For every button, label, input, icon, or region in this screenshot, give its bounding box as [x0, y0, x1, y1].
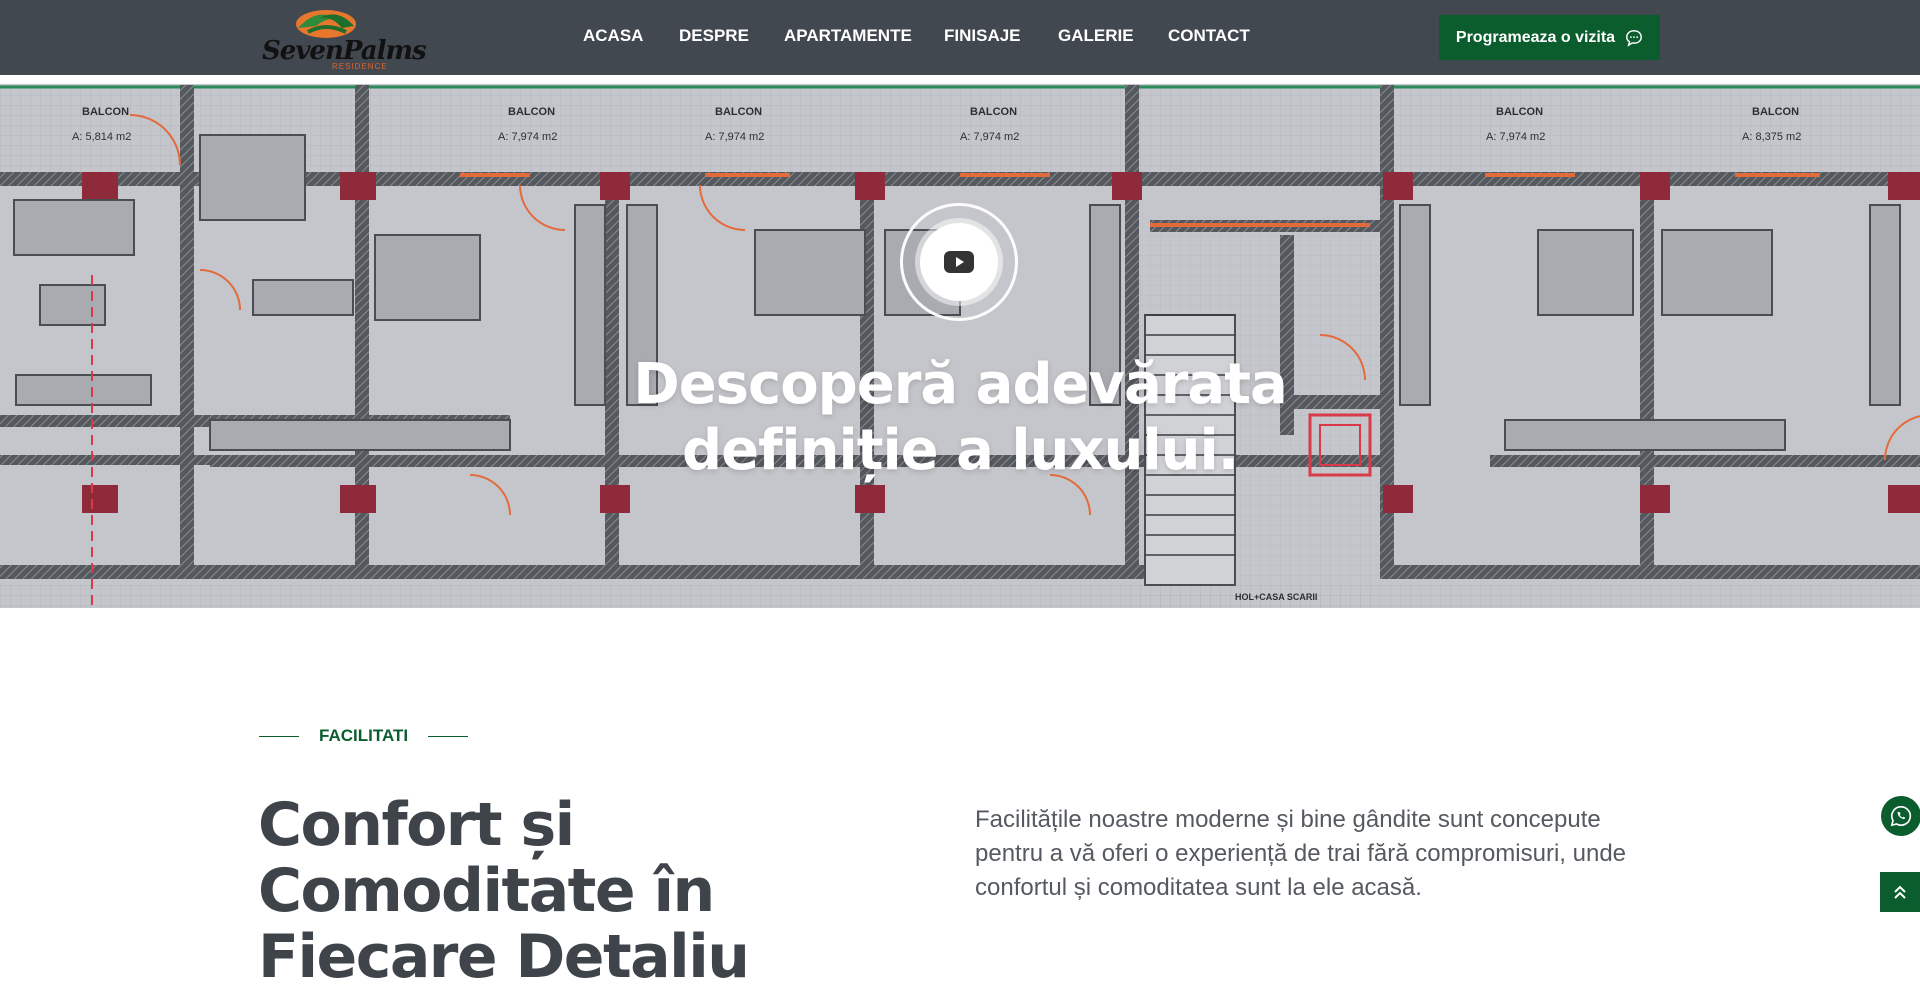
- nav-galerie[interactable]: GALERIE: [1058, 26, 1134, 46]
- eyebrow-label: FACILITATI: [319, 726, 409, 745]
- area-label: A: 7,974 m2: [705, 131, 764, 143]
- area-label: A: 5,814 m2: [72, 131, 131, 143]
- balcony-label: BALCON: [82, 106, 129, 118]
- nav-acasa[interactable]: ACASA: [583, 26, 643, 46]
- stair-label: HOL+CASA SCARII: [1235, 592, 1317, 602]
- area-label: A: 7,974 m2: [960, 131, 1019, 143]
- facilities-description: Facilitățile noastre moderne și bine gân…: [975, 806, 1627, 901]
- eyebrow-line-right: [428, 735, 469, 737]
- play-video-button[interactable]: [920, 223, 998, 301]
- whatsapp-button[interactable]: [1881, 796, 1920, 836]
- balcony-label: BALCON: [1752, 106, 1799, 118]
- whatsapp-icon: [1890, 806, 1912, 827]
- scroll-to-top-button[interactable]: [1880, 872, 1920, 912]
- nav-finisaje[interactable]: FINISAJE: [944, 26, 1021, 46]
- balcony-label: BALCON: [508, 106, 555, 118]
- balcony-label: BALCON: [1496, 106, 1543, 118]
- youtube-play-icon: [944, 251, 974, 273]
- chat-icon: [1626, 29, 1642, 47]
- floor-plan-image: BALCON BALCON BALCON BALCON BALCON BALCO…: [0, 75, 1920, 608]
- hero-section: BALCON BALCON BALCON BALCON BALCON BALCO…: [0, 75, 1920, 608]
- double-chevron-up-icon: [1894, 885, 1906, 899]
- eyebrow-line-left: [259, 735, 299, 737]
- schedule-visit-button[interactable]: Programeaza o vizita: [1439, 15, 1660, 60]
- area-label: A: 7,974 m2: [1486, 131, 1545, 143]
- balcony-label: BALCON: [715, 106, 762, 118]
- hero-title: Descoperă adevărata definiție a luxului.: [633, 352, 1288, 483]
- area-label: A: 8,375 m2: [1742, 131, 1801, 143]
- area-label: A: 7,974 m2: [498, 131, 557, 143]
- nav-despre[interactable]: DESPRE: [679, 26, 749, 46]
- nav-contact[interactable]: CONTACT: [1168, 26, 1250, 46]
- section-eyebrow: FACILITATI: [259, 726, 469, 746]
- facilities-title: Confort și Comoditate în Fiecare Detaliu: [258, 790, 750, 992]
- brand-subtitle: RESIDENCE: [332, 62, 388, 71]
- cta-label: Programeaza o vizita: [1455, 28, 1616, 46]
- balcony-label: BALCON: [970, 106, 1017, 118]
- hero-top-strip: [0, 75, 1920, 84]
- nav-apartamente[interactable]: APARTAMENTE: [784, 26, 912, 46]
